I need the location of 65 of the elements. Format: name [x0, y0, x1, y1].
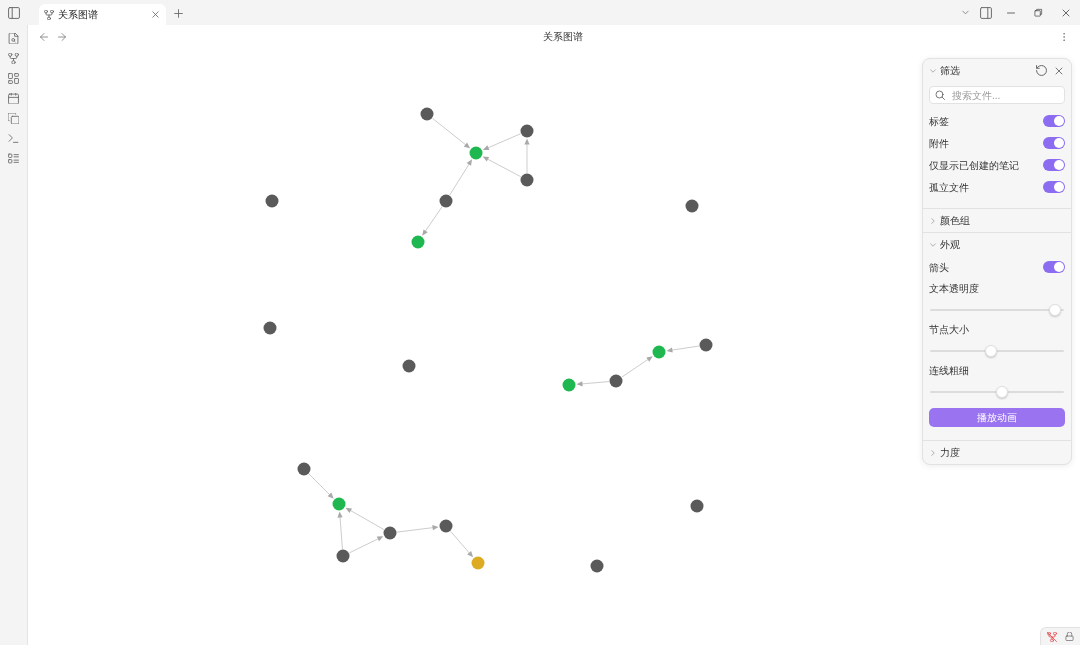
view-title: 关系图谱 — [543, 30, 583, 44]
graph-arrow — [482, 133, 522, 151]
file-search-icon[interactable] — [8, 32, 19, 44]
chevron-right-icon — [929, 448, 937, 457]
calendar-icon[interactable] — [8, 92, 19, 104]
graph-arrow — [308, 473, 334, 499]
toggle-switch[interactable] — [1043, 115, 1065, 127]
setting-label: 孤立文件 — [929, 180, 969, 195]
section-toggle[interactable]: 颜色组 — [929, 212, 970, 229]
close-icon[interactable] — [1061, 7, 1071, 18]
toggle-switch[interactable] — [1043, 261, 1065, 273]
graph-arrow — [348, 536, 384, 554]
graph-arrow — [345, 507, 385, 531]
slider-thumb[interactable] — [995, 386, 1008, 398]
graph-arrow — [621, 356, 653, 378]
section-toggle[interactable]: 筛选 — [929, 62, 960, 79]
setting-label: 附件 — [929, 136, 949, 151]
graph-icon — [44, 9, 54, 20]
setting-label: 节点大小 — [929, 322, 969, 337]
lock-icon[interactable] — [1065, 632, 1074, 641]
setting-label: 标签 — [929, 114, 949, 129]
close-icon[interactable] — [1054, 65, 1064, 76]
checklist-icon[interactable] — [8, 152, 19, 164]
graph-arrow — [524, 138, 530, 174]
slider-thumb[interactable] — [1049, 304, 1061, 316]
graph-arrow — [449, 159, 472, 196]
toggle-switch[interactable] — [1043, 159, 1065, 171]
chevron-right-icon — [929, 216, 937, 225]
more-icon[interactable] — [1060, 31, 1068, 42]
search-field[interactable]: 搜索文件... — [929, 86, 1065, 104]
section-toggle[interactable]: 外观 — [929, 236, 960, 253]
graph-arrow — [422, 206, 443, 236]
copy-icon[interactable] — [8, 112, 19, 124]
crossed-graph-icon[interactable] — [1047, 631, 1057, 642]
graph-icon[interactable] — [8, 52, 19, 64]
chevron-down-icon — [929, 66, 937, 75]
arrow-left-icon[interactable] — [39, 31, 49, 42]
toggle-switch[interactable] — [1043, 137, 1065, 149]
tab[interactable]: 关系图谱 — [39, 4, 166, 25]
chevron-down-icon — [929, 240, 937, 249]
arrow-right-icon[interactable] — [57, 31, 67, 42]
section-toggle[interactable]: 力度 — [929, 444, 960, 461]
plus-icon[interactable] — [172, 8, 184, 19]
setting-label: 连线粗细 — [929, 363, 969, 378]
grid-icon[interactable] — [8, 72, 19, 84]
graph-arrow — [337, 511, 343, 550]
setting-label: 箭头 — [929, 260, 949, 275]
graph-arrow — [450, 530, 474, 558]
graph-arrow — [482, 156, 522, 178]
setting-label: 仅显示已创建的笔记 — [929, 158, 1019, 173]
toggle-switch[interactable] — [1043, 181, 1065, 193]
graph-arrow — [396, 525, 439, 533]
graph-arrow — [666, 345, 700, 353]
graph-arrow — [432, 117, 471, 149]
reset-icon[interactable] — [1036, 65, 1047, 76]
slider-thumb[interactable] — [985, 345, 998, 357]
graph-arrow — [576, 381, 610, 387]
restore-icon[interactable] — [1034, 8, 1043, 17]
close-icon[interactable] — [151, 10, 160, 19]
terminal-icon[interactable] — [8, 132, 19, 144]
chevron-down-icon[interactable] — [960, 8, 970, 17]
sidebar-toggle-icon[interactable] — [980, 6, 992, 19]
sidebar-toggle-icon[interactable] — [8, 6, 20, 19]
setting-label: 文本透明度 — [929, 281, 979, 296]
search-icon — [935, 90, 945, 100]
